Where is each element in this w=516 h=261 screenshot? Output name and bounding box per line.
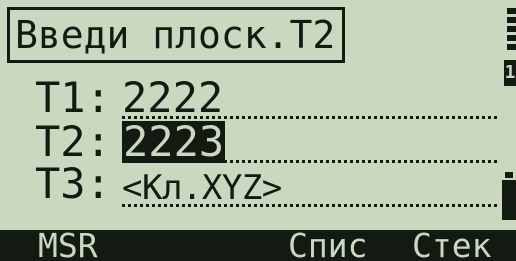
softkey-bar: MSR Спис Стек (0, 229, 516, 261)
softkey-msr[interactable]: MSR (38, 229, 98, 261)
field-underline-t3 (122, 204, 497, 207)
softkey-list[interactable]: Спис (288, 229, 367, 261)
softkey-stack[interactable]: Стек (412, 229, 491, 261)
field-row-t1[interactable]: T1: 2222 (35, 69, 223, 119)
instrument-screen: Введи плоск.T2 T1: 2222 T2: 2223 T3: <Кл… (0, 0, 516, 261)
face-indicator: 1 (504, 60, 516, 86)
field-label-t3: T3: (35, 159, 111, 208)
field-value-t3[interactable]: <Кл.XYZ> (122, 171, 282, 205)
field-row-t3[interactable]: T3: <Кл.XYZ> (35, 155, 282, 208)
battery-icon (502, 172, 516, 222)
prompt-box: Введи плоск.T2 (7, 7, 346, 63)
prompt-title: Введи плоск.T2 (15, 13, 336, 57)
signal-icon (507, 8, 516, 56)
